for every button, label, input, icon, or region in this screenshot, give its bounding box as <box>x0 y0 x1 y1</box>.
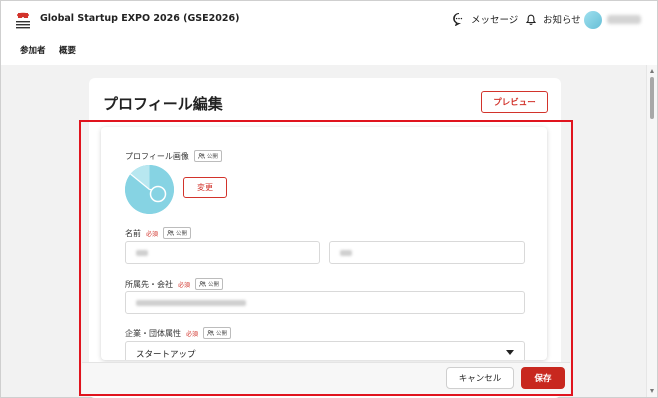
user-name-redacted[interactable] <box>607 15 641 24</box>
app-title: Global Startup EXPO 2026 (GSE2026) <box>40 13 240 24</box>
messages-link[interactable]: メッセージ <box>452 12 518 26</box>
subnav-overview[interactable]: 概要 <box>59 44 76 56</box>
bell-icon <box>525 14 537 25</box>
notifications-label: お知らせ <box>543 15 581 26</box>
chat-bubble-icon <box>453 12 463 26</box>
scroll-up-icon[interactable] <box>650 69 654 73</box>
preview-button[interactable]: プレビュー <box>481 91 548 113</box>
notifications-link[interactable]: お知らせ <box>524 12 581 26</box>
scroll-thumb[interactable] <box>650 77 654 119</box>
page-title: プロフィール編集 <box>103 95 223 113</box>
user-avatar[interactable] <box>584 11 602 29</box>
subnav-participants[interactable]: 参加者 <box>20 44 46 56</box>
highlight-box <box>79 120 573 396</box>
top-bar: Global Startup EXPO 2026 (GSE2026) メッセージ… <box>1 1 657 65</box>
messages-label: メッセージ <box>471 15 519 26</box>
scroll-down-icon[interactable] <box>650 389 654 393</box>
page-scrollbar[interactable] <box>646 65 657 397</box>
gse-logo-icon[interactable] <box>14 10 32 32</box>
